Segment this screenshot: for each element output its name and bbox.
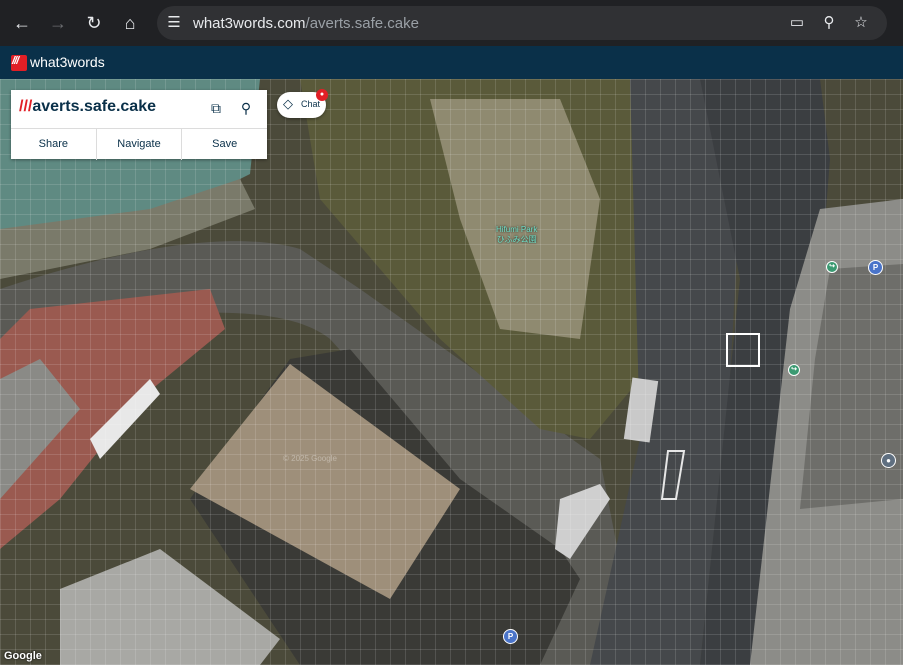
bookmark-star-icon[interactable]: ☆ — [851, 13, 871, 33]
url-host: what3words.com — [193, 15, 306, 32]
parking-marker[interactable]: P — [868, 260, 883, 275]
search-icon[interactable]: ⚲ — [237, 99, 255, 117]
share-button[interactable]: Share — [11, 129, 97, 160]
forward-icon[interactable]: → — [46, 11, 70, 35]
save-button[interactable]: Save — [182, 129, 267, 160]
park-name-ja: ひふみ公園 — [496, 235, 537, 244]
copy-icon[interactable]: ⧉ — [207, 99, 225, 117]
w3w-address[interactable]: ///averts.safe.cake — [19, 98, 156, 116]
install-app-icon[interactable]: ▭ — [787, 13, 807, 33]
card-actions: Share Navigate Save — [11, 128, 267, 160]
park-name: Hifumi Park — [496, 225, 538, 234]
w3w-logo-mark: /// — [12, 55, 19, 67]
w3w-address-words: averts.safe.cake — [32, 98, 156, 115]
park-label[interactable]: Hifumi Park ひふみ公園 — [496, 225, 537, 245]
w3w-logo-icon[interactable]: /// — [11, 55, 27, 71]
chat-label: Chat — [301, 99, 321, 109]
satellite-map[interactable]: Hifumi Park ひふみ公園 © 2025 Google P P ↪ ↪ … — [0, 79, 903, 665]
entrance-marker-icon[interactable]: ↪ — [788, 364, 800, 376]
address-card: ///averts.safe.cake ⧉ ⚲ Share Navigate S… — [11, 90, 267, 160]
entrance-marker-icon[interactable]: ↪ — [826, 261, 838, 273]
address-bar[interactable]: ☰ what3words.com/averts.safe.cake ▭ ⚲ ☆ — [157, 6, 887, 40]
w3w-slashes: /// — [19, 98, 33, 115]
place-pin-icon[interactable]: ● — [881, 453, 896, 468]
back-icon[interactable]: ← — [10, 11, 34, 35]
map-watermark: © 2025 Google — [283, 454, 337, 463]
chat-diamond-icon: ◇ — [283, 96, 293, 111]
google-logo[interactable]: Google — [4, 650, 42, 662]
w3w-brand-name[interactable]: what3words — [30, 54, 105, 70]
w3w-grid-overlay — [0, 79, 903, 665]
url-path: /averts.safe.cake — [305, 15, 419, 32]
parking-marker[interactable]: P — [503, 629, 518, 644]
reload-icon[interactable]: ↻ — [82, 11, 106, 35]
lock-badge-icon: ● — [316, 89, 328, 101]
browser-toolbar: ← → ↻ ⌂ ☰ what3words.com/averts.safe.cak… — [0, 0, 903, 46]
w3w-header: /// what3words — [0, 46, 903, 79]
selected-3m-square[interactable] — [726, 333, 760, 367]
site-settings-icon[interactable]: ☰ — [164, 13, 184, 33]
navigate-button[interactable]: Navigate — [97, 129, 183, 160]
home-icon[interactable]: ⌂ — [118, 11, 142, 35]
url-text[interactable]: what3words.com/averts.safe.cake — [193, 15, 419, 32]
zoom-icon[interactable]: ⚲ — [819, 13, 839, 33]
